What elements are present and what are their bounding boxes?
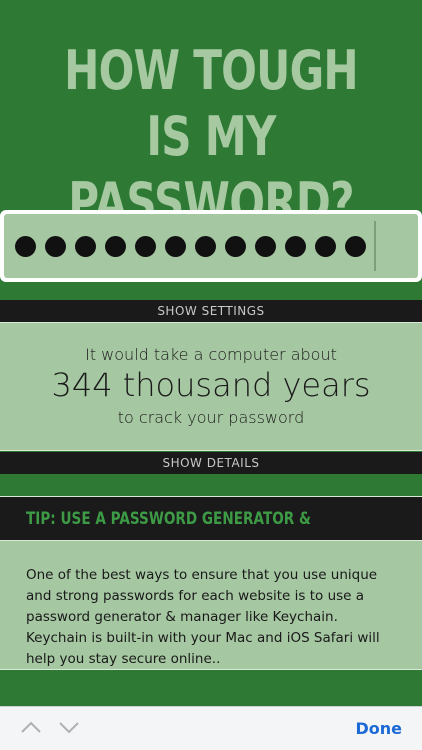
password-dot — [135, 235, 156, 257]
password-dot — [15, 235, 36, 257]
password-dot — [255, 235, 276, 257]
password-dot — [315, 235, 336, 257]
chevron-down-icon[interactable] — [58, 717, 80, 737]
password-input-wrapper[interactable] — [0, 210, 422, 282]
show-details-button[interactable]: SHOW DETAILS — [0, 452, 422, 474]
tip-title: TIP: USE A PASSWORD GENERATOR & MANAGER — [0, 496, 422, 573]
password-mask-dots — [15, 235, 366, 257]
password-dot — [285, 235, 306, 257]
password-dot — [45, 235, 66, 257]
result-outro: to crack your password — [117, 408, 305, 427]
done-button[interactable]: Done — [355, 719, 402, 738]
password-dot — [225, 235, 246, 257]
keyboard-toolbar: Done — [0, 706, 422, 750]
tip-body: One of the best ways to ensure that you … — [0, 540, 422, 670]
password-dot — [345, 235, 366, 257]
text-cursor — [374, 221, 376, 271]
password-dot — [165, 235, 186, 257]
password-input[interactable] — [4, 214, 418, 278]
page-title: HOW TOUGH IS MY PASSWORD? — [64, 39, 359, 234]
chevron-up-icon[interactable] — [20, 717, 42, 737]
show-settings-button[interactable]: SHOW SETTINGS — [0, 300, 422, 322]
password-dot — [105, 235, 126, 257]
crack-time: 344 thousand years — [51, 366, 371, 404]
result-panel: It would take a computer about 344 thous… — [0, 322, 422, 451]
password-dot — [195, 235, 216, 257]
password-dot — [75, 235, 96, 257]
result-intro: It would take a computer about — [85, 345, 337, 364]
